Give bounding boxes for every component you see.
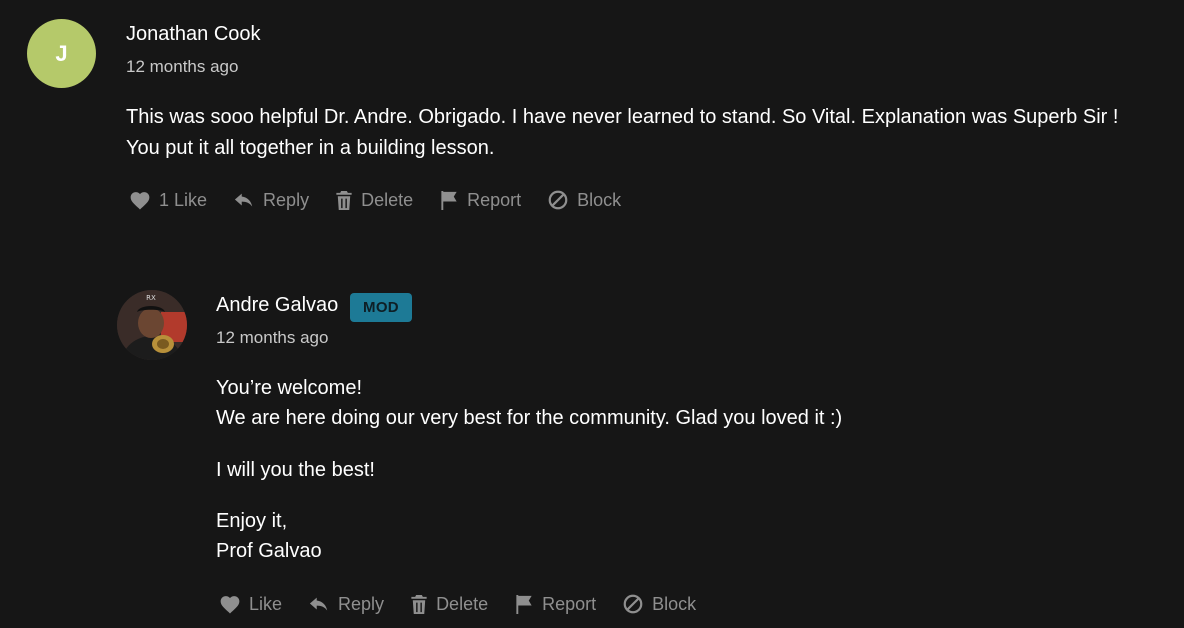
comment-body-line: I will you the best! [216,459,375,481]
comment-author[interactable]: Andre Galvao [216,294,338,317]
delete-button[interactable]: Delete [410,594,488,615]
report-label: Report [542,593,597,614]
block-icon [623,594,643,614]
like-button[interactable]: 1 Like [129,190,207,211]
like-label: 1 Like [159,189,208,210]
avatar-photo-icon: RX [117,290,187,360]
report-button[interactable]: Report [514,594,596,615]
reply-button[interactable]: Reply [233,190,309,211]
comment-body-line: We are here doing our very best for the … [216,407,843,429]
comment-body-line: Enjoy it, [216,510,288,532]
report-button[interactable]: Report [439,190,521,211]
reply-arrow-icon [234,193,253,207]
mod-badge: MOD [350,293,412,322]
trash-icon [411,594,427,614]
avatar[interactable]: J [27,19,96,88]
delete-button[interactable]: Delete [335,190,413,211]
comment-timestamp: 12 months ago [216,328,329,347]
comment-body-line: Prof Galvao [216,540,322,562]
block-button[interactable]: Block [547,189,621,211]
reply-label: Reply [338,593,385,614]
comment-body-line: This was sooo helpful Dr. Andre. Obrigad… [126,106,1119,128]
reply-label: Reply [263,189,310,210]
comment-author[interactable]: Jonathan Cook [126,23,261,46]
delete-label: Delete [361,189,414,210]
comment-body-line: You’re welcome! [216,377,363,399]
comments-thread: J Jonathan Cook 12 months ago This was s… [0,0,1184,628]
comment-body-line: You put it all together in a building le… [126,137,495,159]
block-button[interactable]: Block [622,593,696,615]
comment-body: You’re welcome! We are here doing our ve… [216,373,842,566]
flag-icon [516,594,532,614]
heart-icon [220,596,240,614]
comment-body: This was sooo helpful Dr. Andre. Obrigad… [126,102,1118,164]
comment-actions: Like Reply Delete Report Block [219,593,722,615]
svg-text:RX: RX [146,294,156,302]
comment-timestamp: 12 months ago [126,57,239,76]
like-button[interactable]: Like [219,594,282,615]
block-label: Block [577,189,622,210]
comment-actions: 1 Like Reply Delete Report Block [129,189,647,211]
report-label: Report [467,189,522,210]
avatar[interactable]: RX [117,290,187,360]
flag-icon [441,190,457,210]
block-icon [548,190,568,210]
heart-icon [130,192,150,210]
trash-icon [336,190,352,210]
block-label: Block [652,593,697,614]
reply-button[interactable]: Reply [308,594,384,615]
delete-label: Delete [436,593,489,614]
like-label: Like [249,593,283,614]
reply-arrow-icon [309,597,328,611]
